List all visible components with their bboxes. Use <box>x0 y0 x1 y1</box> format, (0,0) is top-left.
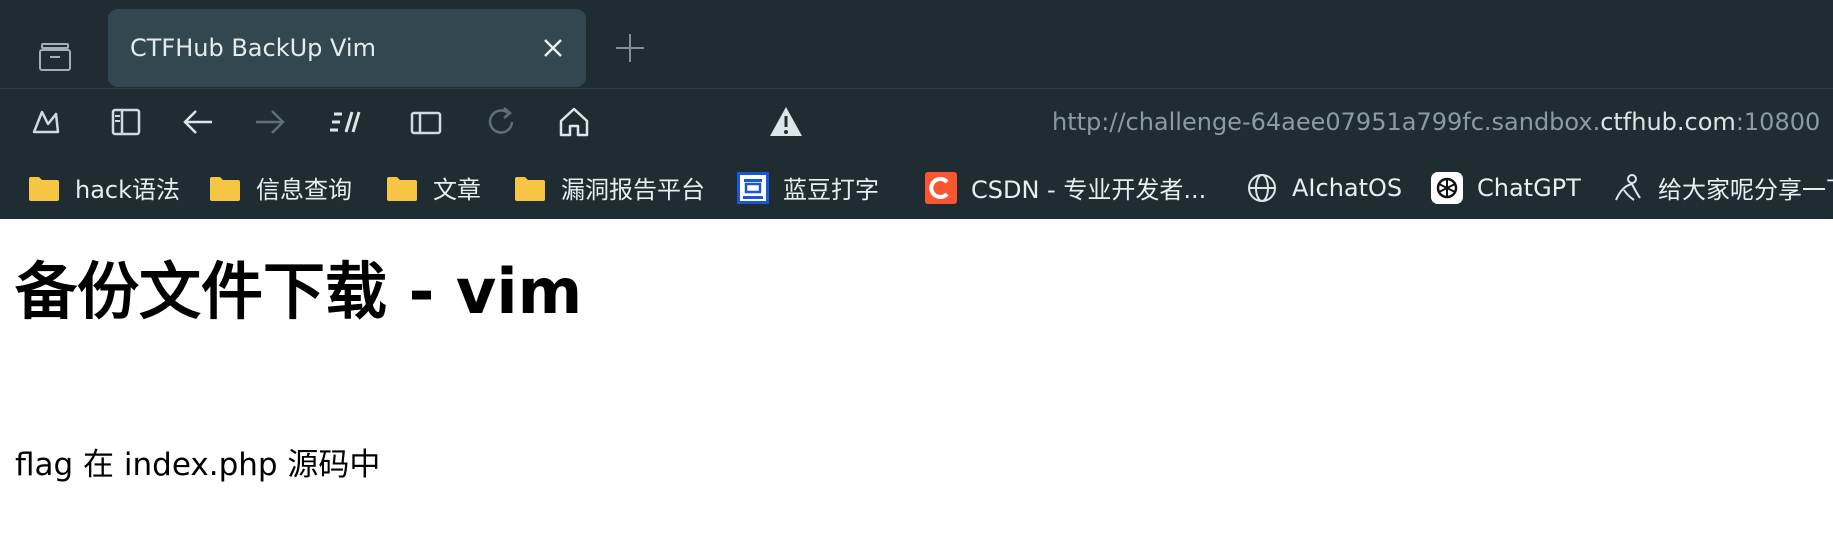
address-bar[interactable]: http://challenge-64aee07951a799fc.sandbo… <box>1052 88 1820 156</box>
csdn-icon <box>925 171 957 204</box>
bookmark-label: 信息查询 <box>256 176 352 204</box>
extension-icon[interactable] <box>328 104 364 140</box>
warning-icon[interactable] <box>768 104 804 140</box>
sidebar-icon[interactable] <box>108 104 144 140</box>
tab-actions-icon[interactable] <box>38 42 72 72</box>
page-text: flag 在 index.php 源码中 <box>15 447 381 483</box>
bookmarks-bar: hack语法 信息查询 文章 漏洞报告平台 蓝豆打字 CSDN - 专业开发者.… <box>0 156 1833 219</box>
page-content: 备份文件下载 - vim flag 在 index.php 源码中 <box>0 219 1833 559</box>
new-tab-icon[interactable] <box>614 32 646 64</box>
bookmark-label: 给大家呢分享一下 <box>1658 176 1833 204</box>
browser-chrome: CTFHub BackUp Vim http://challenge-64aee… <box>0 0 1833 219</box>
url-port: :10800 <box>1735 108 1821 136</box>
bookmark-aichatos[interactable]: AIchatOS <box>1246 156 1402 219</box>
home-icon[interactable] <box>556 104 592 140</box>
reading-view-icon[interactable] <box>408 104 444 140</box>
close-icon[interactable] <box>540 35 566 61</box>
folder-icon <box>29 176 59 201</box>
bookmark-chatgpt[interactable]: ChatGPT <box>1431 156 1581 219</box>
bookmark-info-query[interactable]: 信息查询 <box>208 156 352 219</box>
bookmark-hack[interactable]: hack语法 <box>27 156 180 219</box>
bookmark-articles[interactable]: 文章 <box>385 156 481 219</box>
bookmark-label: hack语法 <box>75 176 181 204</box>
chatgpt-icon <box>1431 171 1463 204</box>
bookmark-landou[interactable]: 蓝豆打字 <box>737 156 879 219</box>
copilot-icon[interactable] <box>28 104 64 140</box>
bookmark-share[interactable]: 给大家呢分享一下 <box>1612 156 1833 219</box>
bookmark-label: 漏洞报告平台 <box>561 176 705 204</box>
bookmark-vuln-platforms[interactable]: 漏洞报告平台 <box>513 156 705 219</box>
forward-icon[interactable] <box>252 104 288 140</box>
globe-icon <box>1248 173 1276 202</box>
share-icon <box>1615 173 1641 201</box>
landou-icon <box>737 171 769 204</box>
tab-active[interactable]: CTFHub BackUp Vim <box>108 9 586 87</box>
tab-strip: CTFHub BackUp Vim <box>0 0 1833 89</box>
url-host: ctfhub.com <box>1600 108 1736 136</box>
bookmark-label: ChatGPT <box>1477 173 1581 202</box>
refresh-icon[interactable] <box>484 104 520 140</box>
bookmark-label: 文章 <box>433 176 481 204</box>
folder-icon <box>210 176 240 201</box>
back-icon[interactable] <box>180 104 216 140</box>
bookmark-label: CSDN - 专业开发者... <box>971 176 1207 204</box>
folder-icon <box>387 176 417 201</box>
url-prefix: http://challenge-64aee07951a799fc.sandbo… <box>1052 108 1601 136</box>
bookmark-csdn[interactable]: CSDN - 专业开发者... <box>925 156 1206 219</box>
bookmark-label: AIchatOS <box>1292 173 1403 202</box>
tab-title: CTFHub BackUp Vim <box>130 34 376 62</box>
page-title: 备份文件下载 - vim <box>15 255 583 328</box>
bookmark-label: 蓝豆打字 <box>783 176 879 204</box>
folder-icon <box>515 176 545 201</box>
